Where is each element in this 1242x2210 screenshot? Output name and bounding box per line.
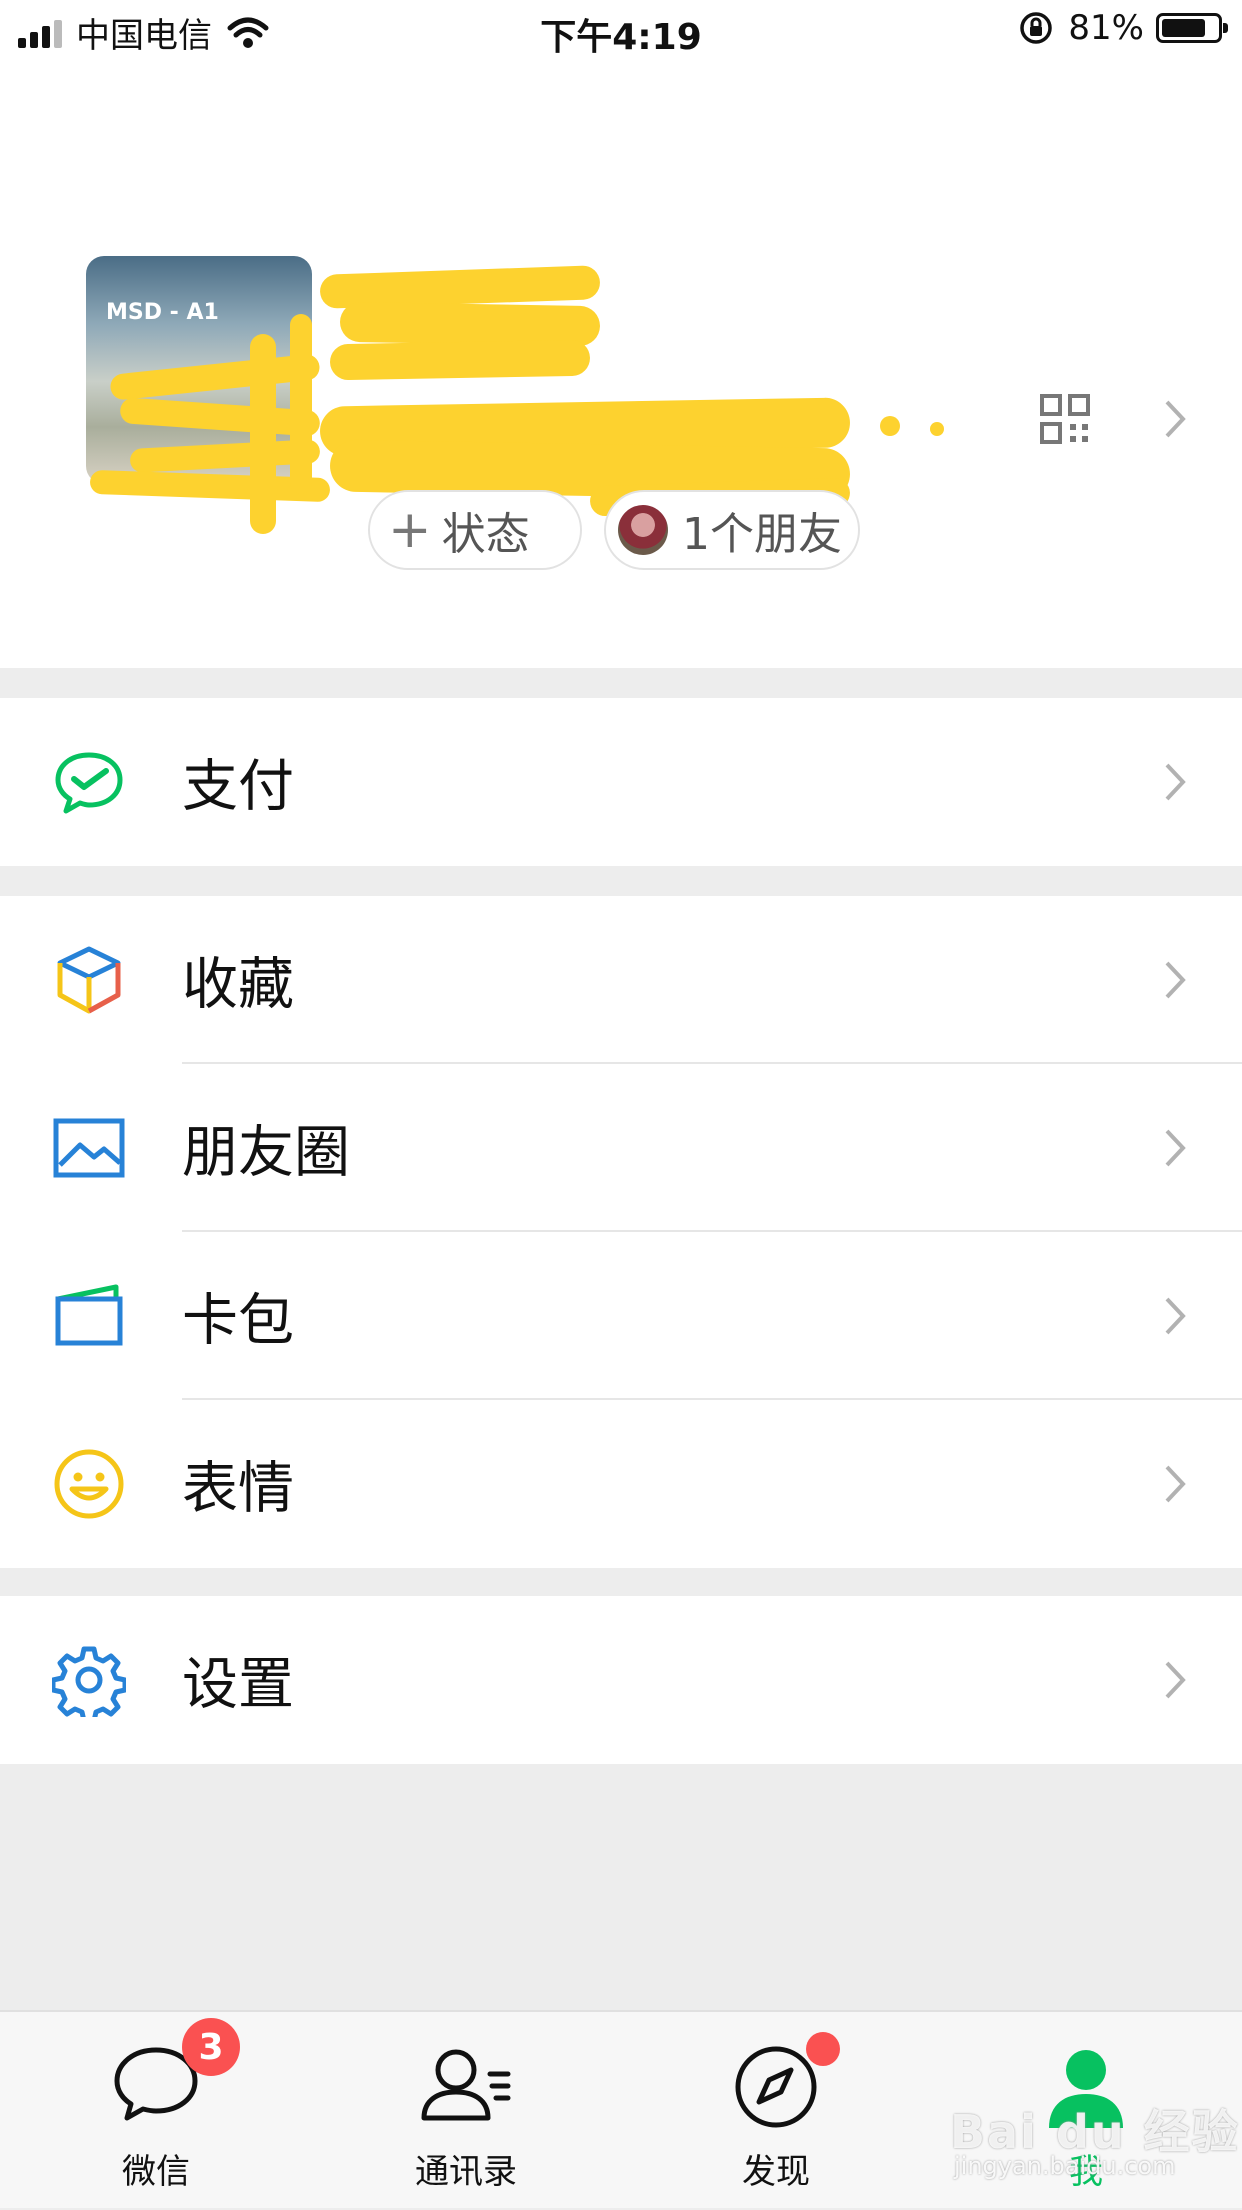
chevron-right-icon bbox=[1165, 1129, 1186, 1167]
smile-icon bbox=[54, 1449, 124, 1519]
wallet-icon bbox=[55, 1284, 123, 1346]
tab-chats[interactable]: 3 微信 bbox=[56, 2012, 256, 2210]
status-right: 81% bbox=[1018, 8, 1228, 48]
menu-label-cards: 卡包 bbox=[182, 1288, 294, 1354]
redaction-scribble bbox=[290, 314, 312, 494]
chevron-right-icon bbox=[1165, 1297, 1186, 1335]
menu-label-moments: 朋友圈 bbox=[182, 1120, 350, 1186]
redaction-scribble bbox=[880, 416, 900, 436]
add-status-button[interactable]: + 状态 bbox=[368, 490, 582, 570]
tab-label-contacts: 通讯录 bbox=[415, 2152, 517, 2192]
compass-icon bbox=[735, 2046, 817, 2128]
menu-item-moments[interactable]: 朋友圈 bbox=[0, 1064, 1242, 1232]
notification-dot bbox=[806, 2032, 840, 2066]
profile-header[interactable]: MSD - A1 + 状态 1个朋友 bbox=[0, 64, 1242, 668]
tab-contacts[interactable]: 通讯录 bbox=[366, 2012, 566, 2210]
friend-avatar bbox=[618, 505, 668, 555]
battery-icon bbox=[1156, 13, 1228, 43]
menu-item-cards[interactable]: 卡包 bbox=[0, 1232, 1242, 1400]
status-bar: 中国电信 下午4:19 81% bbox=[0, 0, 1242, 64]
unread-badge: 3 bbox=[182, 2018, 240, 2076]
status-chip-label: 状态 bbox=[441, 509, 530, 560]
menu-item-settings[interactable]: 设置 bbox=[0, 1596, 1242, 1764]
avatar-photo-text: MSD - A1 bbox=[106, 300, 219, 325]
battery-percent: 81% bbox=[1068, 8, 1144, 48]
chevron-right-icon bbox=[1165, 961, 1186, 999]
menu-label-settings: 设置 bbox=[182, 1652, 294, 1718]
gear-icon bbox=[52, 1646, 126, 1717]
menu-label-pay: 支付 bbox=[182, 754, 294, 820]
chevron-right-icon bbox=[1165, 1661, 1186, 1699]
chevron-right-icon bbox=[1165, 1465, 1186, 1503]
qr-code-icon[interactable] bbox=[1040, 394, 1090, 444]
rotation-lock-icon bbox=[1020, 12, 1053, 44]
friends-status-chip[interactable]: 1个朋友 bbox=[604, 490, 860, 570]
watermark-url: jingyan.baidu.com bbox=[954, 2152, 1176, 2180]
cube-icon bbox=[57, 946, 121, 1014]
picture-icon bbox=[53, 1118, 125, 1178]
chevron-right-icon bbox=[1165, 763, 1186, 801]
menu-item-pay[interactable]: 支付 bbox=[0, 698, 1242, 866]
menu-group-pay: 支付 bbox=[0, 698, 1242, 866]
redaction-scribble bbox=[930, 422, 944, 436]
tab-label-chats: 微信 bbox=[122, 2152, 190, 2192]
tab-discover[interactable]: 发现 bbox=[676, 2012, 876, 2210]
plus-icon: + bbox=[388, 500, 432, 560]
menu-group-main: 收藏 朋友圈 卡包 表情 bbox=[0, 896, 1242, 1568]
redaction-scribble bbox=[329, 339, 591, 381]
wechat-pay-icon bbox=[55, 752, 123, 814]
menu-label-favorites: 收藏 bbox=[182, 952, 294, 1018]
redaction-scribble bbox=[250, 334, 276, 534]
menu-label-stickers: 表情 bbox=[182, 1456, 294, 1522]
menu-item-favorites[interactable]: 收藏 bbox=[0, 896, 1242, 1064]
menu-item-stickers[interactable]: 表情 bbox=[0, 1400, 1242, 1568]
chevron-right-icon[interactable] bbox=[1163, 398, 1187, 440]
friends-chip-label: 1个朋友 bbox=[682, 509, 842, 560]
tab-label-discover: 发现 bbox=[742, 2152, 810, 2192]
contacts-icon bbox=[421, 2049, 511, 2121]
menu-group-settings: 设置 bbox=[0, 1596, 1242, 1764]
